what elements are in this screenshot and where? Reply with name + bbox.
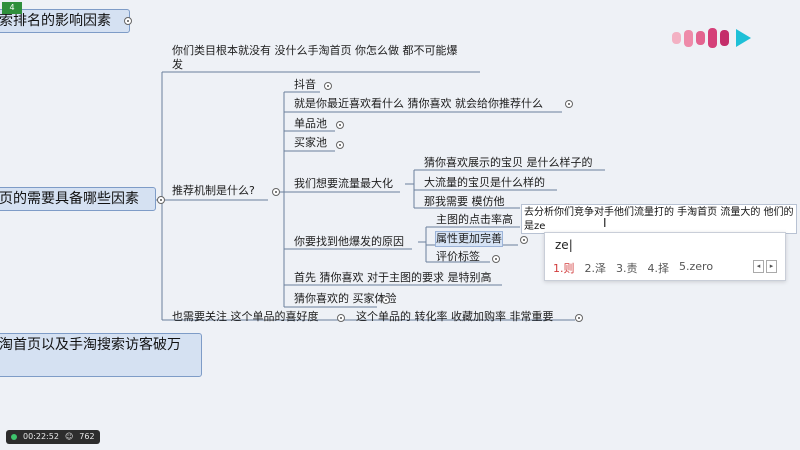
expand-toggle[interactable] bbox=[382, 296, 390, 304]
logo-bar-4 bbox=[708, 28, 717, 48]
branch-attributes[interactable]: 属性更加完善 bbox=[435, 231, 503, 247]
branch-find-reason[interactable]: 你要找到他爆发的原因 bbox=[294, 235, 404, 249]
expand-toggle[interactable] bbox=[492, 255, 500, 263]
ime-page-nav[interactable]: ◂ ▸ bbox=[753, 260, 777, 273]
branch-ctr[interactable]: 主图的点击率高 bbox=[436, 213, 513, 227]
branch-recommend-mechanism[interactable]: 推荐机制是什么? bbox=[172, 184, 255, 198]
expand-toggle[interactable] bbox=[272, 188, 280, 196]
viewer-icon: ☺ bbox=[64, 432, 74, 441]
branch-buyer-pool[interactable]: 买家池 bbox=[294, 136, 327, 150]
expand-toggle[interactable] bbox=[336, 121, 344, 129]
recording-time: 00:22:52 bbox=[23, 432, 59, 441]
logo-bar-1 bbox=[672, 32, 681, 44]
branch-single-pool[interactable]: 单品池 bbox=[294, 117, 327, 131]
branch-top-text-cont[interactable]: 发 bbox=[172, 58, 183, 72]
expand-toggle[interactable] bbox=[520, 236, 528, 244]
expand-toggle[interactable] bbox=[124, 17, 132, 25]
branch-conversion[interactable]: 这个单品的 转化率 收藏加购率 非常重要 bbox=[356, 310, 554, 324]
inline-edit-box[interactable]: 去分析你们竞争对手他们流量打的 手淘首页 流量大的 他们的 是ze bbox=[521, 204, 797, 234]
ime-candidate-3[interactable]: 3.责 bbox=[616, 260, 638, 276]
ime-composition: ze| bbox=[555, 238, 573, 252]
viewer-count: 762 bbox=[79, 432, 95, 441]
branch-douyin[interactable]: 抖音 bbox=[294, 78, 316, 92]
branch-max-traffic[interactable]: 我们想要流量最大化 bbox=[294, 177, 393, 191]
ime-candidate-list[interactable]: 1.则 2.泽 3.责 4.择 5.zero bbox=[553, 260, 713, 276]
expand-toggle[interactable] bbox=[337, 314, 345, 322]
branch-big-traffic[interactable]: 大流量的宝贝是什么样的 bbox=[424, 176, 545, 190]
recording-indicator-icon bbox=[11, 434, 17, 440]
expand-toggle[interactable] bbox=[575, 314, 583, 322]
expand-toggle[interactable] bbox=[324, 82, 332, 90]
logo-bar-2 bbox=[684, 29, 693, 47]
branch-eval-tags[interactable]: 评价标签 bbox=[436, 250, 480, 264]
ime-next-icon[interactable]: ▸ bbox=[766, 260, 777, 273]
ime-candidate-4[interactable]: 4.择 bbox=[648, 260, 670, 276]
expand-toggle[interactable] bbox=[157, 196, 165, 204]
logo-bar-3 bbox=[696, 31, 705, 45]
logo-bar-5 bbox=[720, 30, 729, 46]
expand-toggle[interactable] bbox=[565, 100, 573, 108]
branch-pay-attention[interactable]: 也需要关注 这个单品的喜好度 bbox=[172, 310, 319, 324]
text-cursor-icon: I bbox=[603, 216, 607, 230]
root-node-traffic-breakthrough[interactable]: 淘首页以及手淘搜索访客破万 bbox=[0, 333, 202, 377]
ime-candidate-1[interactable]: 1.则 bbox=[553, 260, 575, 276]
brand-logo bbox=[672, 26, 754, 50]
branch-guess-line[interactable]: 就是你最近喜欢看什么 猜你喜欢 就会给你推荐什么 bbox=[294, 97, 543, 111]
branch-imitate[interactable]: 那我需要 模仿他 bbox=[424, 195, 505, 209]
ime-prev-icon[interactable]: ◂ bbox=[753, 260, 764, 273]
ime-candidate-2[interactable]: 2.泽 bbox=[585, 260, 607, 276]
recording-status-bar: 00:22:52 ☺ 762 bbox=[6, 430, 100, 444]
ime-candidate-5[interactable]: 5.zero bbox=[679, 260, 713, 276]
ime-candidate-window[interactable]: ze| 1.则 2.泽 3.责 4.择 5.zero ◂ ▸ bbox=[544, 232, 786, 281]
inline-edit-text-1: 去分析你们竞争对手他们流量打的 手淘首页 流量大的 他们的 bbox=[524, 207, 794, 218]
corner-badge: 4 bbox=[2, 2, 22, 14]
play-icon bbox=[736, 29, 751, 47]
branch-top-text[interactable]: 你们类目根本就没有 没什么手淘首页 你怎么做 都不可能爆 bbox=[172, 44, 458, 58]
expand-toggle[interactable] bbox=[336, 141, 344, 149]
branch-first-guess[interactable]: 首先 猜你喜欢 对于主图的要求 是特别高 bbox=[294, 271, 492, 285]
root-node-homepage-factors[interactable]: 页的需要具备哪些因素 bbox=[0, 187, 156, 211]
branch-guess-show[interactable]: 猜你喜欢展示的宝贝 是什么样子的 bbox=[424, 156, 593, 170]
